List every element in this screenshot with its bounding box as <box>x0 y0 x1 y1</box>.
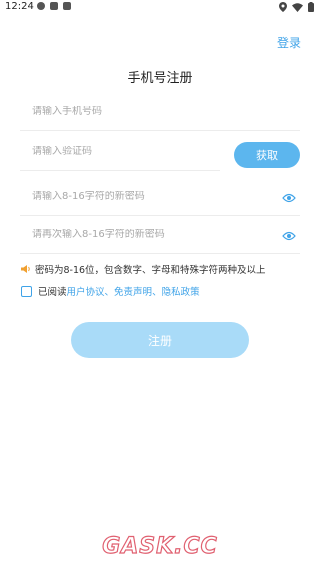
status-time: 12:24 <box>5 1 34 12</box>
app-notification-icon <box>37 2 45 10</box>
eye-icon[interactable] <box>282 193 296 203</box>
login-link[interactable]: 登录 <box>277 34 301 51</box>
disclaimer-link[interactable]: 免责声明 <box>114 284 152 298</box>
location-icon <box>279 2 287 12</box>
agreement-row: 已阅读 用户协议 、 免责声明 、 隐私政策 <box>21 284 200 298</box>
password-input[interactable] <box>32 191 252 202</box>
app-notification-icon <box>63 2 71 10</box>
password-tip-text: 密码为8-16位，包含数字、字母和特殊字符两种及以上 <box>35 265 266 276</box>
system-icons <box>279 2 314 12</box>
agreement-checkbox[interactable] <box>21 285 32 297</box>
notification-icons <box>37 2 71 10</box>
user-agreement-link[interactable]: 用户协议 <box>67 284 105 298</box>
password-tip: 密码为8-16位，包含数字、字母和特殊字符两种及以上 <box>21 262 266 276</box>
register-button[interactable]: 注册 <box>71 322 249 358</box>
confirm-password-input[interactable] <box>32 229 252 240</box>
status-bar: 12:24 <box>0 0 320 14</box>
verification-code-field <box>20 140 220 171</box>
verification-code-input[interactable] <box>32 146 202 157</box>
wifi-icon <box>292 2 303 12</box>
password-field <box>20 185 300 216</box>
watermark-logo: GASK.CC <box>102 533 218 558</box>
agreement-prefix: 已阅读 <box>38 287 67 298</box>
agreement-separator: 、 <box>104 287 115 298</box>
battery-icon <box>308 2 314 12</box>
privacy-policy-link[interactable]: 隐私政策 <box>162 284 200 298</box>
confirm-password-field <box>20 223 300 254</box>
get-code-button[interactable]: 获取 <box>234 142 300 168</box>
app-notification-icon <box>50 2 58 10</box>
phone-field <box>20 100 300 131</box>
agreement-separator: 、 <box>152 287 162 298</box>
page-title: 手机号注册 <box>127 71 193 86</box>
watermark-text: GASK.CC <box>102 534 218 558</box>
eye-icon[interactable] <box>282 231 296 241</box>
phone-input[interactable] <box>32 106 252 117</box>
speaker-icon <box>21 265 30 273</box>
